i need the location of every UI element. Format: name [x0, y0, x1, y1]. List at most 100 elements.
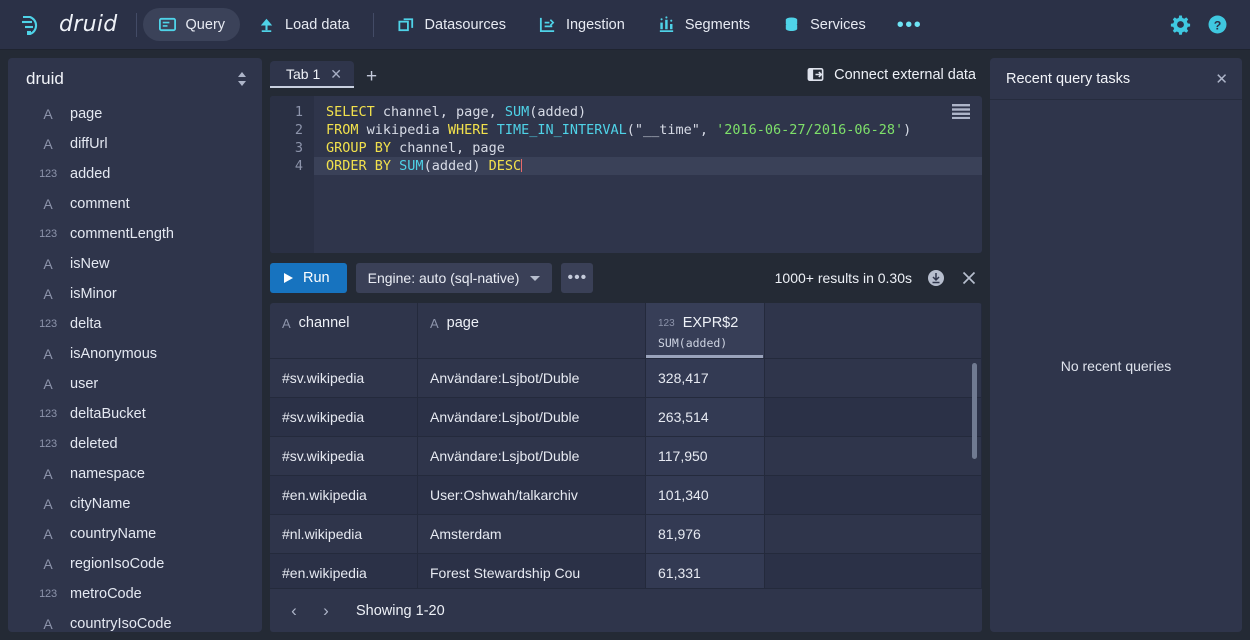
- nav-label-segments: Segments: [685, 17, 750, 33]
- sidebar-title: druid: [26, 69, 64, 89]
- header-divider-1: [136, 13, 137, 37]
- close-tab-icon[interactable]: ✕: [330, 67, 342, 81]
- nav-item-datasources[interactable]: Datasources: [382, 8, 521, 41]
- sidebar-column-countryName[interactable]: AcountryName: [8, 519, 262, 549]
- run-button[interactable]: Run: [270, 263, 347, 293]
- table-row[interactable]: #sv.wikipediaAnvändare:Lsjbot/Duble328,4…: [270, 359, 982, 398]
- sidebar-column-diffUrl[interactable]: AdiffUrl: [8, 129, 262, 159]
- app-header: druid Query Load data: [0, 0, 1250, 50]
- table-cell: [765, 437, 982, 475]
- chevron-down-icon: [530, 276, 540, 281]
- line-number: 3: [270, 139, 303, 157]
- sidebar-column-page[interactable]: Apage: [8, 99, 262, 129]
- table-cell: [765, 476, 982, 514]
- table-cell: 263,514: [646, 398, 765, 436]
- table-row[interactable]: #sv.wikipediaAnvändare:Lsjbot/Duble117,9…: [270, 437, 982, 476]
- download-icon[interactable]: [927, 269, 945, 287]
- sidebar-column-isNew[interactable]: AisNew: [8, 249, 262, 279]
- recent-tasks-body: No recent queries: [990, 100, 1242, 632]
- code-token: ("__time",: [627, 122, 716, 138]
- sidebar-column-namespace[interactable]: Anamespace: [8, 459, 262, 489]
- results-scrollbar[interactable]: [972, 363, 977, 459]
- recent-tasks-empty-text: No recent queries: [1061, 358, 1172, 374]
- brand-name: druid: [59, 12, 118, 37]
- sidebar-column-metroCode[interactable]: 123metroCode: [8, 579, 262, 609]
- table-row[interactable]: #sv.wikipediaAnvändare:Lsjbot/Duble263,5…: [270, 398, 982, 437]
- nav-more-button[interactable]: •••: [883, 15, 937, 35]
- table-row[interactable]: #nl.wikipediaAmsterdam81,976: [270, 515, 982, 554]
- table-row[interactable]: #en.wikipediaForest Stewardship Cou61,33…: [270, 554, 982, 588]
- table-row[interactable]: #en.wikipediaUser:Oshwah/talkarchiv101,3…: [270, 476, 982, 515]
- code-token: SUM: [399, 158, 423, 174]
- gear-icon[interactable]: [1170, 14, 1191, 35]
- result-status-group: 1000+ results in 0.30s: [775, 269, 982, 287]
- connect-external-data-button[interactable]: Connect external data: [800, 65, 982, 88]
- nav-label-load-data: Load data: [285, 17, 350, 33]
- code-token: [391, 158, 399, 174]
- sidebar-column-user[interactable]: Auser: [8, 369, 262, 399]
- sidebar-column-isMinor[interactable]: AisMinor: [8, 279, 262, 309]
- query-tab-1[interactable]: Tab 1 ✕: [270, 61, 354, 88]
- code-token: SELECT: [326, 104, 375, 120]
- table-cell: #en.wikipedia: [270, 554, 418, 588]
- code-token: WHERE: [448, 122, 489, 138]
- editor-code[interactable]: SELECT channel, page, SUM(added)FROM wik…: [314, 96, 982, 253]
- sidebar-column-isAnonymous[interactable]: AisAnonymous: [8, 339, 262, 369]
- results-header-filler: [765, 303, 982, 358]
- sidebar-column-regionIsoCode[interactable]: AregionIsoCode: [8, 549, 262, 579]
- string-type-icon: A: [38, 466, 58, 482]
- sidebar-column-commentLength[interactable]: 123commentLength: [8, 219, 262, 249]
- engine-select[interactable]: Engine: auto (sql-native): [356, 263, 553, 293]
- close-results-icon[interactable]: [960, 269, 978, 287]
- column-header-title: Achannel: [282, 315, 407, 331]
- prev-page-button[interactable]: ‹: [280, 597, 308, 625]
- nav-item-load-data[interactable]: Load data: [242, 8, 365, 41]
- sidebar-column-comment[interactable]: Acomment: [8, 189, 262, 219]
- run-button-label: Run: [303, 270, 330, 286]
- nav-item-query[interactable]: Query: [143, 8, 241, 41]
- column-header-label: channel: [299, 315, 350, 331]
- sql-editor[interactable]: 1234 SELECT channel, page, SUM(added)FRO…: [270, 96, 982, 253]
- sidebar-column-label: deleted: [70, 436, 118, 452]
- nav-item-services[interactable]: Services: [767, 8, 881, 41]
- ingestion-icon: [538, 15, 557, 34]
- results-column-header-channel[interactable]: Achannel: [270, 303, 418, 358]
- numeric-type-icon: 123: [38, 168, 58, 180]
- results-column-header-page[interactable]: Apage: [418, 303, 646, 358]
- code-token: DESC: [489, 158, 522, 174]
- sidebar-column-deleted[interactable]: 123deleted: [8, 429, 262, 459]
- column-header-expression: SUM(added): [658, 336, 754, 350]
- nav-item-segments[interactable]: Segments: [642, 8, 765, 41]
- sidebar-column-label: cityName: [70, 496, 130, 512]
- query-workspace: Tab 1 ✕ + Connect external data 1234 SEL…: [270, 58, 982, 632]
- sort-updown-icon[interactable]: [236, 71, 248, 87]
- table-cell: 328,417: [646, 359, 765, 397]
- results-column-header-EXPR$2[interactable]: 123EXPR$2SUM(added): [646, 303, 765, 358]
- code-token: GROUP BY: [326, 140, 391, 156]
- editor-menu-icon[interactable]: [952, 104, 970, 119]
- sidebar-column-label: delta: [70, 316, 101, 332]
- sidebar-column-deltaBucket[interactable]: 123deltaBucket: [8, 399, 262, 429]
- sidebar-column-countryIsoCode[interactable]: AcountryIsoCode: [8, 609, 262, 632]
- string-type-icon: A: [38, 556, 58, 572]
- next-page-button[interactable]: ›: [312, 597, 340, 625]
- header-divider-2: [373, 13, 374, 37]
- nav-label-datasources: Datasources: [425, 17, 506, 33]
- nav-item-ingestion[interactable]: Ingestion: [523, 8, 640, 41]
- close-recent-tasks-icon[interactable]: ✕: [1215, 72, 1228, 87]
- sidebar-column-added[interactable]: 123added: [8, 159, 262, 189]
- query-more-button[interactable]: •••: [561, 263, 593, 293]
- sidebar-column-cityName[interactable]: AcityName: [8, 489, 262, 519]
- query-tab-bar: Tab 1 ✕ + Connect external data: [270, 58, 982, 88]
- nav-label-ingestion: Ingestion: [566, 17, 625, 33]
- sidebar-column-label: commentLength: [70, 226, 174, 242]
- code-token: SUM: [505, 104, 529, 120]
- table-cell: [765, 359, 982, 397]
- sidebar-column-delta[interactable]: 123delta: [8, 309, 262, 339]
- brand-logo[interactable]: druid: [14, 12, 130, 38]
- add-tab-button[interactable]: +: [354, 67, 389, 88]
- help-icon[interactable]: ?: [1207, 14, 1228, 35]
- string-type-icon: A: [38, 286, 58, 302]
- nav-label-query: Query: [186, 17, 226, 33]
- string-type-icon: A: [38, 196, 58, 212]
